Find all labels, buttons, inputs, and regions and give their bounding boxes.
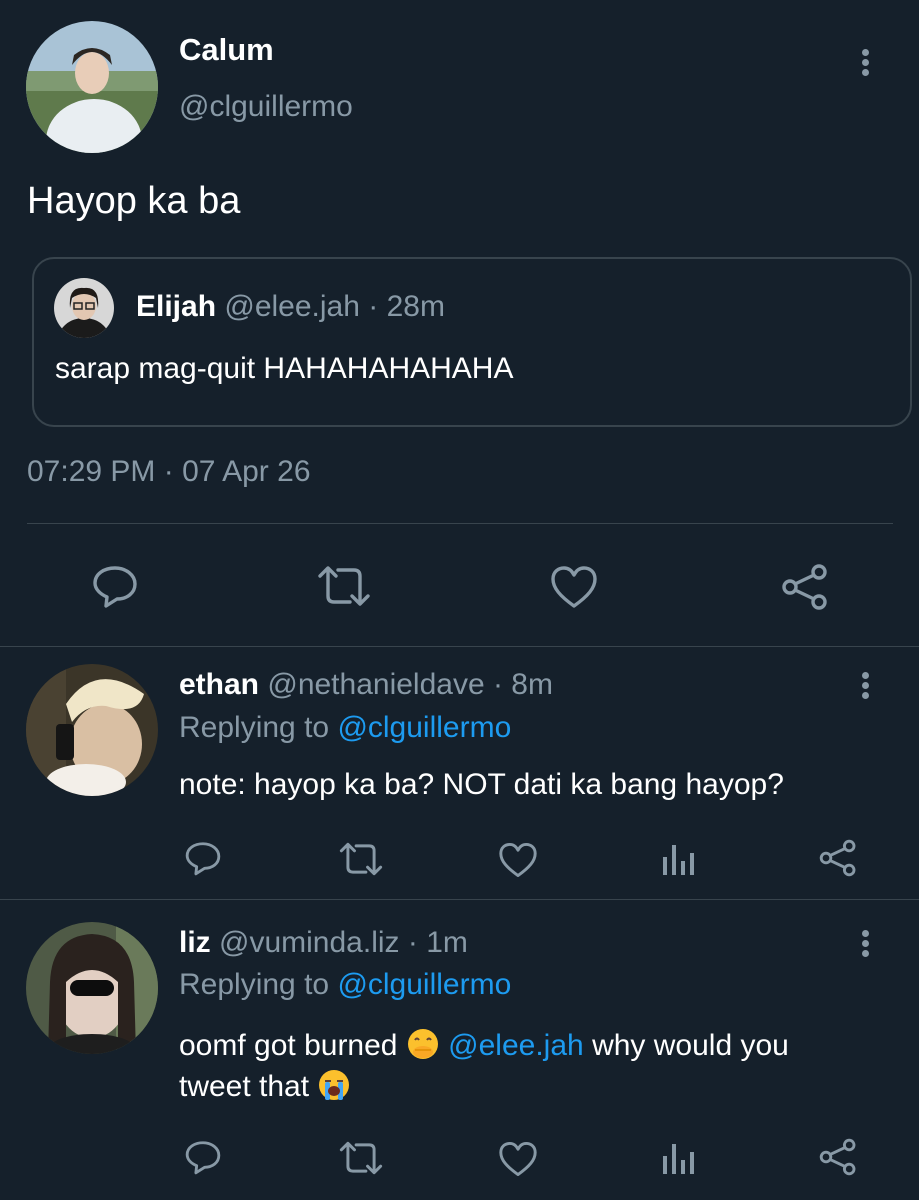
reply-text: oomf got burned @elee.jah why would you … — [179, 1025, 789, 1107]
reply-text: note: hayop ka ba? NOT dati ka bang hayo… — [179, 768, 784, 801]
reply-text-part: why would you — [592, 1029, 789, 1062]
reply-time: · 8m — [492, 668, 553, 701]
replying-to-handle[interactable]: @clguillermo — [337, 968, 511, 1001]
replying-to: Replying to @clguillermo — [179, 968, 511, 1002]
reply-header: ethan @nethanieldave · 8m — [179, 668, 553, 702]
divider — [0, 646, 919, 647]
replying-to: Replying to @clguillermo — [179, 711, 511, 745]
share-icon[interactable] — [818, 838, 858, 878]
more-vertical-icon[interactable] — [855, 669, 875, 705]
like-icon[interactable] — [550, 565, 598, 609]
retweet-icon[interactable] — [338, 841, 384, 877]
reply-author-name[interactable]: liz — [179, 926, 211, 959]
loudly-crying-emoji — [317, 1068, 351, 1102]
divider — [0, 899, 919, 900]
main-author-name[interactable]: Calum — [179, 32, 274, 68]
like-icon[interactable] — [498, 842, 538, 878]
quoted-tweet-text: sarap mag-quit HAHAHAHAHAHA — [55, 352, 514, 385]
quoted-author-avatar — [54, 278, 114, 338]
more-vertical-icon[interactable] — [855, 46, 875, 82]
like-icon[interactable] — [498, 1141, 538, 1177]
retweet-icon[interactable] — [338, 1140, 384, 1176]
replying-to-handle[interactable]: @clguillermo — [337, 711, 511, 744]
reply-author-handle[interactable]: @nethanieldave — [267, 668, 484, 701]
quoted-time: · 28m — [368, 290, 445, 323]
share-icon[interactable] — [780, 562, 830, 612]
replying-to-label: Replying to — [179, 968, 330, 1001]
retweet-icon[interactable] — [316, 564, 372, 608]
main-tweet-timestamp[interactable]: 07:29 PM · 07 Apr 26 — [27, 455, 311, 489]
more-vertical-icon[interactable] — [855, 927, 875, 963]
quoted-tweet-card[interactable] — [32, 257, 912, 427]
mention-link[interactable]: @elee.jah — [448, 1029, 584, 1062]
reply-icon[interactable] — [91, 562, 139, 610]
main-author-handle[interactable]: @clguillermo — [179, 90, 353, 124]
reply-author-name[interactable]: ethan — [179, 668, 259, 701]
hand-over-mouth-emoji — [406, 1027, 440, 1061]
reply-icon[interactable] — [184, 839, 222, 877]
reply-author-avatar[interactable] — [26, 922, 158, 1054]
main-author-avatar[interactable] — [26, 21, 158, 153]
quoted-author-name[interactable]: Elijah — [136, 290, 216, 323]
replying-to-label: Replying to — [179, 711, 330, 744]
main-tweet-text: Hayop ka ba — [27, 180, 241, 222]
divider — [27, 523, 893, 524]
reply-icon[interactable] — [184, 1138, 222, 1176]
reply-header: liz @vuminda.liz · 1m — [179, 926, 468, 960]
analytics-icon[interactable] — [661, 1140, 695, 1176]
analytics-icon[interactable] — [661, 841, 695, 877]
reply-author-handle[interactable]: @vuminda.liz — [219, 926, 400, 959]
quoted-author-handle[interactable]: @elee.jah — [224, 290, 360, 323]
reply-text-part: oomf got burned — [179, 1029, 398, 1062]
reply-time: · 1m — [407, 926, 468, 959]
share-icon[interactable] — [818, 1137, 858, 1177]
quoted-header: Elijah @elee.jah · 28m — [136, 290, 445, 324]
reply-author-avatar[interactable] — [26, 664, 158, 796]
reply-text-part: tweet that — [179, 1070, 310, 1103]
